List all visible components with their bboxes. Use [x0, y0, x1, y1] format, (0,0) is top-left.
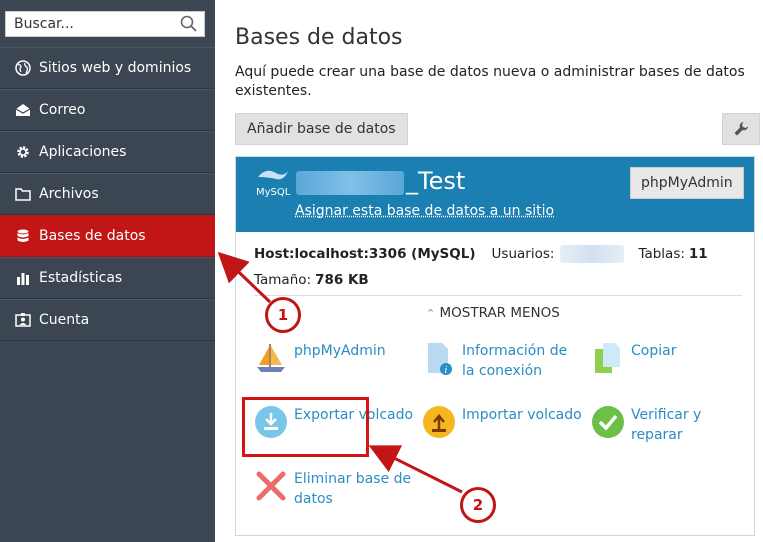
- database-name-redacted: [296, 171, 404, 195]
- sidebar-item-mail[interactable]: Correo: [0, 89, 215, 131]
- action-label: Copiar: [631, 343, 677, 359]
- sidebar: Sitios web y dominios Correo Aplicacione…: [0, 0, 215, 542]
- database-card: MySQL _Test Asignar esta base de datos a…: [235, 156, 755, 536]
- id-card-icon: [14, 311, 32, 329]
- wrench-icon: [734, 122, 748, 136]
- sidebar-item-label: Sitios web y dominios: [39, 60, 192, 76]
- sailboat-icon: [257, 344, 285, 372]
- action-label: Información de la conexión: [462, 343, 568, 379]
- tools-button[interactable]: [722, 113, 760, 145]
- chevron-up-icon: ⌃: [426, 307, 436, 320]
- database-info: Host: localhost:3306 (MySQL) Usuarios: Ta…: [254, 241, 708, 293]
- divider: [254, 295, 742, 296]
- sidebar-item-label: Bases de datos: [39, 228, 146, 244]
- export-dump-action[interactable]: Exportar volcado: [254, 405, 414, 439]
- sidebar-item-label: Estadísticas: [39, 270, 123, 286]
- show-less-label: MOSTRAR MENOS: [439, 305, 560, 321]
- sidebar-item-label: Correo: [39, 102, 86, 118]
- folder-icon: [14, 185, 32, 203]
- size-label: Tamaño:: [254, 272, 312, 288]
- search-input[interactable]: [6, 12, 171, 36]
- import-dump-action[interactable]: Importar volcado: [422, 405, 582, 439]
- show-less-toggle[interactable]: ⌃ MOSTRAR MENOS: [426, 305, 560, 321]
- host-value: localhost:3306 (MySQL): [294, 246, 476, 262]
- check-repair-action[interactable]: Verificar y reparar: [591, 405, 751, 445]
- sidebar-item-websites[interactable]: Sitios web y dominios: [0, 47, 215, 89]
- annotation-badge-1: 1: [265, 297, 301, 333]
- page-description: Aquí puede crear una base de datos nueva…: [235, 64, 745, 99]
- gear-icon: [14, 143, 32, 161]
- bar-chart-icon: [14, 269, 32, 287]
- size-value: 786 KB: [315, 272, 369, 288]
- sidebar-item-applications[interactable]: Aplicaciones: [0, 131, 215, 173]
- sidebar-item-account[interactable]: Cuenta: [0, 299, 215, 341]
- main-content: Bases de datos Aquí puede crear una base…: [215, 0, 763, 542]
- sidebar-item-databases[interactable]: Bases de datos: [0, 215, 215, 257]
- download-icon: [255, 406, 287, 438]
- delete-database-action[interactable]: Eliminar base de datos: [254, 469, 414, 509]
- copy-action[interactable]: Copiar: [591, 341, 751, 375]
- add-database-button[interactable]: Añadir base de datos: [235, 113, 408, 145]
- tables-value: 11: [688, 246, 708, 262]
- sidebar-item-files[interactable]: Archivos: [0, 173, 215, 215]
- assign-to-site-link[interactable]: Asignar esta base de datos a un sitio: [295, 203, 554, 219]
- copy-icon: [595, 343, 620, 373]
- action-label: Importar volcado: [462, 407, 582, 423]
- globe-icon: [14, 59, 32, 77]
- info-document-icon: i: [428, 343, 452, 375]
- sidebar-item-statistics[interactable]: Estadísticas: [0, 257, 215, 299]
- action-label: Exportar volcado: [294, 407, 414, 423]
- database-icon: [14, 227, 32, 245]
- host-label: Host:: [254, 246, 295, 262]
- mysql-logo-icon: MySQL: [256, 170, 291, 198]
- connection-info-action[interactable]: i Información de la conexión: [422, 341, 582, 381]
- sidebar-item-label: Aplicaciones: [39, 144, 127, 160]
- action-label: phpMyAdmin: [294, 343, 386, 359]
- search-icon[interactable]: [180, 15, 198, 33]
- sidebar-item-label: Cuenta: [39, 312, 90, 328]
- action-label: Eliminar base de datos: [294, 471, 412, 507]
- search-box: [5, 11, 205, 37]
- delete-x-icon: [256, 471, 286, 501]
- sidebar-nav: Sitios web y dominios Correo Aplicacione…: [0, 47, 215, 341]
- annotation-badge-2: 2: [460, 487, 496, 523]
- users-value-redacted: [560, 245, 625, 263]
- phpmyadmin-button[interactable]: phpMyAdmin: [630, 167, 744, 199]
- action-label: Verificar y reparar: [631, 407, 702, 443]
- database-name: _Test: [406, 167, 466, 195]
- mail-icon: [14, 101, 32, 119]
- check-icon: [592, 406, 624, 438]
- svg-text:MySQL: MySQL: [256, 187, 291, 198]
- database-card-header: MySQL _Test Asignar esta base de datos a…: [236, 157, 754, 232]
- svg-text:i: i: [445, 366, 448, 375]
- sidebar-item-label: Archivos: [39, 186, 99, 202]
- phpmyadmin-action[interactable]: phpMyAdmin: [254, 341, 414, 375]
- users-label: Usuarios:: [491, 246, 555, 262]
- page-title: Bases de datos: [235, 25, 403, 50]
- upload-icon: [423, 406, 455, 438]
- tables-label: Tablas:: [638, 246, 685, 262]
